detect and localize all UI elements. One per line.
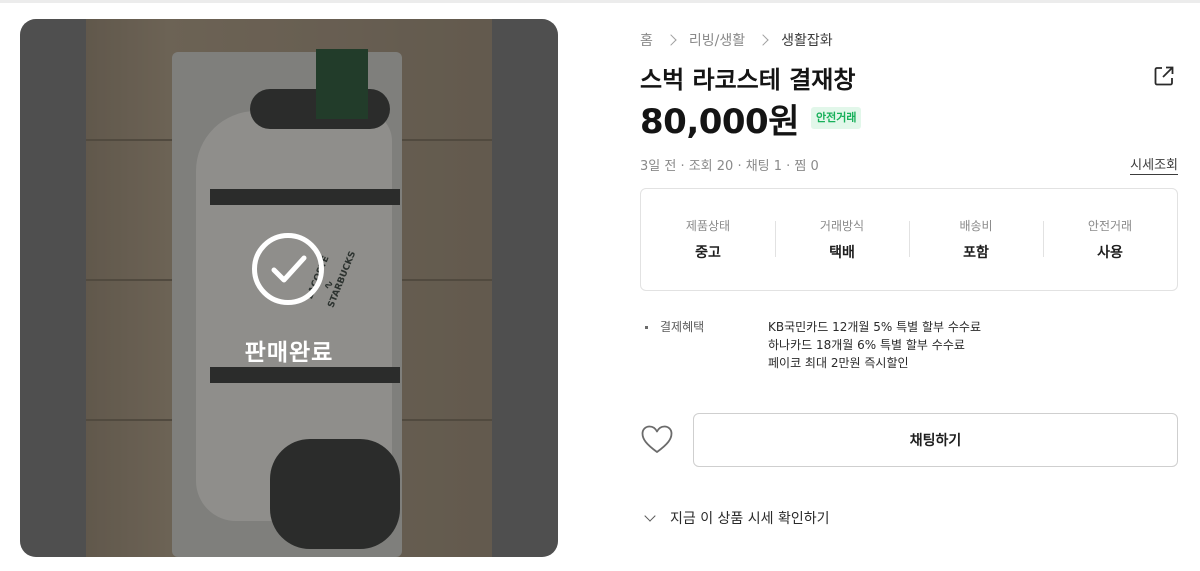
- product-price: 80,000원: [640, 101, 799, 142]
- market-price-toggle-label: 지금 이 상품 시세 확인하기: [670, 511, 830, 527]
- attribute-condition: 제품상태 중고: [641, 217, 775, 262]
- market-price-toggle[interactable]: 지금 이 상품 시세 확인하기: [640, 508, 829, 528]
- price-check-link[interactable]: 시세조회: [1130, 154, 1178, 175]
- attribute-shipping: 배송비 포함: [909, 217, 1043, 262]
- product-title: 스벅 라코스테 결재창: [640, 66, 856, 94]
- benefit-item: 페이코 최대 2만원 즉시할인: [768, 356, 909, 370]
- sold-label: 판매완료: [244, 340, 334, 366]
- attribute-trade-method: 거래방식 택배: [775, 217, 909, 262]
- breadcrumb-subcategory[interactable]: 생활잡화: [781, 30, 833, 50]
- breadcrumb-home[interactable]: 홈: [640, 30, 653, 50]
- attribute-label: 제품상태: [685, 219, 731, 233]
- heart-icon[interactable]: [640, 424, 674, 456]
- safe-trade-badge: 안전거래: [810, 107, 862, 129]
- payment-benefits: 결제혜택 KB국민카드 12개월 5% 특별 할부 수수료 하나카드 18개월 …: [640, 318, 1178, 378]
- breadcrumb-category[interactable]: 리빙/생활: [689, 30, 745, 50]
- breadcrumb: 홈 리빙/생활 생활잡화: [640, 30, 833, 50]
- chevron-right-icon: [757, 34, 769, 46]
- chevron-down-icon: [644, 510, 656, 522]
- benefit-item: 하나카드 18개월 6% 특별 할부 수수료: [768, 338, 965, 352]
- product-image-panel[interactable]: LACOSTE ∿ STARBUCKS 판매완료: [20, 19, 558, 557]
- product-meta: 3일 전 · 조회 20 · 채팅 1 · 찜 0: [640, 159, 819, 174]
- attribute-label: 안전거래: [1087, 219, 1133, 233]
- attribute-value: 사용: [1097, 245, 1123, 261]
- attribute-value: 중고: [695, 245, 721, 261]
- benefit-label: 결제혜택: [660, 320, 705, 334]
- check-circle-icon: [252, 233, 324, 305]
- attribute-label: 배송비: [959, 219, 993, 233]
- chat-button[interactable]: 채팅하기: [693, 413, 1178, 467]
- benefit-item: KB국민카드 12개월 5% 특별 할부 수수료: [768, 320, 982, 334]
- bullet-icon: [645, 326, 648, 329]
- price-row: 80,000원 안전거래: [640, 96, 862, 142]
- benefit-list: KB국민카드 12개월 5% 특별 할부 수수료 하나카드 18개월 6% 특별…: [768, 318, 981, 372]
- product-attributes: 제품상태 중고 거래방식 택배 배송비 포함 안전거래 사용: [640, 188, 1178, 291]
- attribute-value: 포함: [963, 245, 989, 261]
- attribute-label: 거래방식: [819, 219, 865, 233]
- attribute-safe-trade: 안전거래 사용: [1043, 217, 1177, 262]
- chevron-right-icon: [665, 34, 677, 46]
- product-info-panel: 홈 리빙/생활 생활잡화 스벅 라코스테 결재창 80,000원 안전거래 3일…: [640, 0, 1178, 571]
- attribute-value: 택배: [829, 245, 855, 261]
- share-icon[interactable]: [1152, 64, 1176, 88]
